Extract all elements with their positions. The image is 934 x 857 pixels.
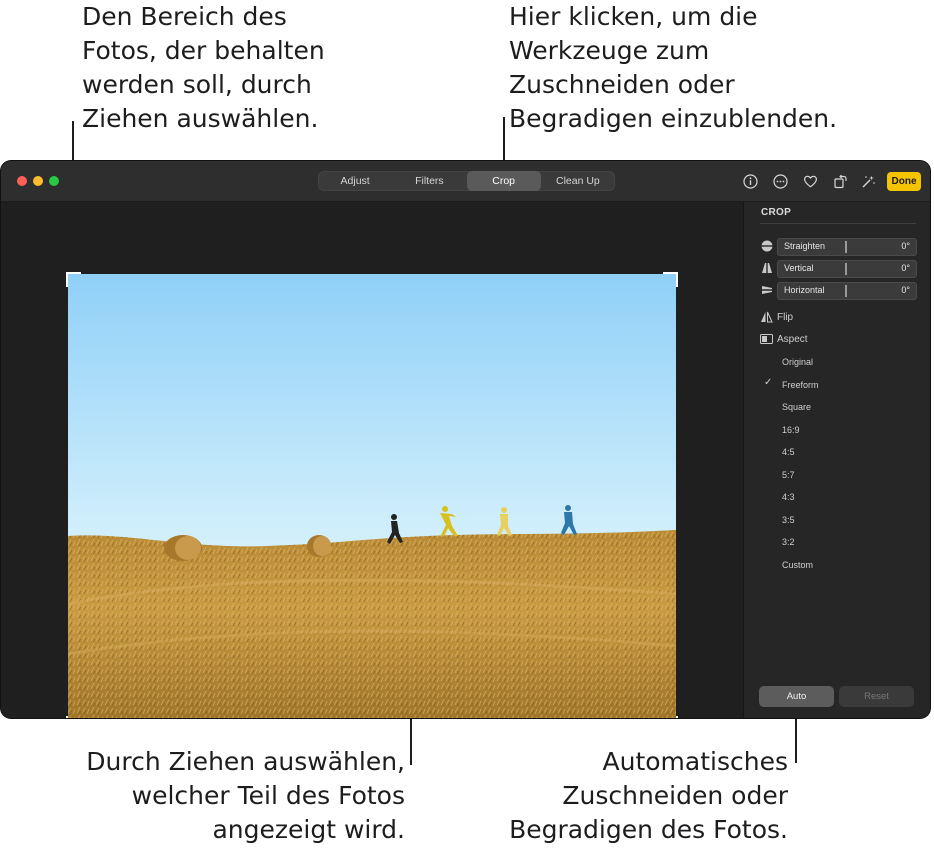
aspect-option-4-3[interactable]: 4:3 (782, 490, 795, 504)
horizontal-icon (762, 286, 772, 294)
slider-label: Straighten (784, 241, 826, 251)
close-window-button[interactable] (17, 176, 27, 186)
tab-crop[interactable]: Crop (466, 171, 541, 191)
photo-canvas[interactable] (1, 202, 743, 718)
checkmark-icon: ✓ (764, 377, 773, 388)
callout-select-area: Den Bereich des Fotos, der behalten werd… (82, 2, 325, 133)
slider-value: 0° (901, 285, 910, 295)
aspect-icon (760, 334, 773, 344)
aspect-option-16-9[interactable]: 16:9 (782, 423, 800, 437)
done-button[interactable]: Done (887, 172, 921, 191)
divider (760, 223, 916, 224)
aspect-option-square[interactable]: Square (782, 400, 811, 414)
straighten-icon (760, 240, 774, 252)
photos-window: Adjust Filters Crop Clean Up Done CROP S… (1, 161, 930, 718)
vertical-track[interactable]: Vertical 0° (777, 260, 917, 278)
crop-sidebar: CROP Straighten 0° Vertical 0° Horizonta… (743, 202, 930, 718)
callout-drag-photo: Durch Ziehen auswählen, welcher Teil des… (86, 747, 405, 844)
minimize-window-button[interactable] (33, 176, 43, 186)
crop-handle-bottom-left[interactable] (66, 715, 82, 718)
straighten-track[interactable]: Straighten 0° (777, 238, 917, 256)
reset-button[interactable]: Reset (839, 686, 914, 707)
edit-mode-tabs: Adjust Filters Crop Clean Up (318, 171, 615, 191)
slider-label: Horizontal (784, 285, 825, 295)
slider-value: 0° (901, 263, 910, 273)
sidebar-title: CROP (761, 207, 792, 218)
callout-crop-tab: Hier klicken, um die Werkzeuge zum Zusch… (509, 2, 838, 133)
flip-icon (761, 311, 773, 323)
aspect-option-5-7[interactable]: 5:7 (782, 468, 795, 482)
aspect-option-3-2[interactable]: 3:2 (782, 535, 795, 549)
tab-filters[interactable]: Filters (392, 171, 466, 191)
rotate-icon[interactable] (833, 174, 848, 189)
slider-knob[interactable] (845, 263, 847, 275)
zoom-window-button[interactable] (49, 176, 59, 186)
tab-clean-up[interactable]: Clean Up (541, 171, 615, 191)
slider-label: Vertical (784, 263, 814, 273)
flip-button[interactable]: Flip (760, 311, 793, 323)
callout-auto: Automatisches Zuschneiden oder Begradige… (509, 747, 788, 844)
crop-handle-bottom-right[interactable] (662, 715, 678, 718)
flip-label: Flip (777, 311, 794, 323)
vertical-slider[interactable]: Vertical 0° (760, 260, 918, 278)
straighten-slider[interactable]: Straighten 0° (760, 238, 918, 256)
aspect-menu[interactable]: Aspect (760, 333, 808, 345)
auto-button[interactable]: Auto (759, 686, 834, 707)
info-icon[interactable] (743, 174, 758, 189)
magic-wand-icon[interactable] (861, 174, 876, 189)
vertical-icon (762, 263, 772, 273)
crop-photo[interactable] (68, 274, 676, 718)
favorite-icon[interactable] (803, 174, 818, 189)
slider-knob[interactable] (845, 241, 847, 253)
horizontal-track[interactable]: Horizontal 0° (777, 282, 917, 300)
crop-handle-top-right[interactable] (662, 272, 678, 288)
toolbar: Adjust Filters Crop Clean Up Done (1, 161, 930, 202)
aspect-option-3-5[interactable]: 3:5 (782, 513, 795, 527)
tab-adjust[interactable]: Adjust (318, 171, 392, 191)
aspect-option-custom[interactable]: Custom (782, 558, 813, 572)
slider-value: 0° (901, 241, 910, 251)
more-icon[interactable] (773, 174, 788, 189)
aspect-option-freeform[interactable]: Freeform (782, 378, 819, 392)
crop-handle-top-left[interactable] (66, 272, 82, 288)
aspect-option-original[interactable]: Original (782, 355, 813, 369)
aspect-option-4-5[interactable]: 4:5 (782, 445, 795, 459)
horizontal-slider[interactable]: Horizontal 0° (760, 282, 918, 300)
slider-knob[interactable] (845, 285, 847, 297)
field-photo (68, 274, 676, 718)
aspect-label: Aspect (777, 333, 808, 345)
